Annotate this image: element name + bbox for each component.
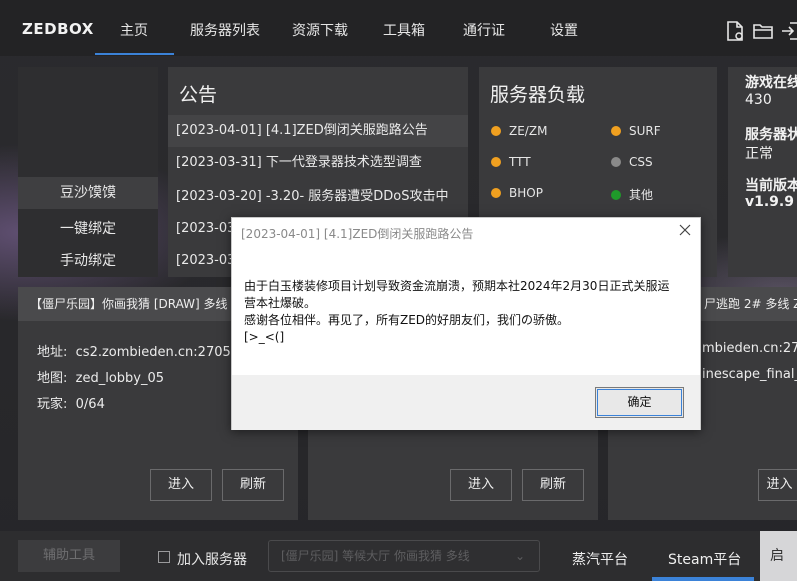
helper-tools-button[interactable]: 辅助工具 [18, 540, 120, 572]
server-map: 地图: zed_lobby_05 [37, 371, 165, 386]
tab-settings[interactable]: 设置 [550, 20, 578, 40]
dialog-title: [2023-04-01] [4.1]ZED倒闭关服跑路公告 [241, 227, 474, 241]
online-label: 游戏在线 [745, 75, 797, 91]
file-settings-icon[interactable] [724, 20, 746, 42]
load-item-surf: SURF [611, 124, 661, 138]
active-tab-indicator [95, 53, 174, 55]
folder-icon[interactable] [752, 20, 774, 42]
notice-item[interactable]: [2023-03-20] -3.20- 服务器遭受DDoS攻击中 [168, 181, 468, 213]
server-map: inescape_final_ [702, 367, 797, 382]
status-dot-icon [491, 126, 501, 136]
server-load-title: 服务器负载 [490, 84, 586, 106]
join-server-checkbox[interactable] [158, 551, 170, 563]
launch-button[interactable]: 启 [760, 531, 797, 581]
exit-icon[interactable] [780, 20, 797, 42]
brand-logo: ZEDBOX [22, 20, 94, 38]
ok-button[interactable]: 确定 [595, 387, 684, 418]
active-platform-indicator [652, 577, 754, 581]
notice-item[interactable]: [2023-04-01] [4.1]ZED倒闭关服跑路公告 [168, 115, 468, 147]
server-address: 地址: cs2.zombieden.cn:27053 [37, 345, 240, 360]
server-status-value: 正常 [745, 146, 773, 162]
refresh-button[interactable]: 刷新 [522, 469, 584, 501]
tab-downloads[interactable]: 资源下载 [292, 20, 348, 40]
server-select[interactable]: [僵尸乐园] 等候大厅 你画我猜 多线 ⌄ [268, 540, 540, 572]
join-server-label[interactable]: 加入服务器 [177, 549, 247, 569]
status-dot-icon [491, 157, 501, 167]
top-nav-bar: ZEDBOX 主页 服务器列表 资源下载 工具箱 通行证 设置 [0, 0, 797, 56]
profile-name[interactable]: 豆沙馍馍 [18, 177, 158, 209]
status-dot-icon [491, 188, 501, 198]
load-item-bhop: BHOP [491, 186, 543, 200]
notice-title: 公告 [179, 84, 218, 106]
dialog-body-line: [>_<(] [244, 330, 285, 344]
dialog-body-line: 由于白玉楼装修项目计划导致资金流崩溃，预期本社2024年2月30日正式关服运 [244, 279, 670, 293]
notice-dialog: [2023-04-01] [4.1]ZED倒闭关服跑路公告 由于白玉楼装修项目计… [231, 217, 701, 430]
status-dot-icon [611, 126, 621, 136]
dialog-body-line: 感谢各位相伴。再见了，所有ZED的好朋友们，我们の骄傲。 [244, 313, 570, 327]
enter-button[interactable]: 进入 [450, 469, 512, 501]
manual-bind-button[interactable]: 手动绑定 [18, 245, 158, 277]
load-item-ttt: TTT [491, 155, 531, 169]
platform-steam[interactable]: Steam平台 [668, 549, 741, 569]
load-item-other: 其他 [611, 186, 653, 203]
dialog-body: 由于白玉楼装修项目计划导致资金流崩溃，预期本社2024年2月30日正式关服运 营… [244, 278, 684, 346]
chevron-down-icon: ⌄ [514, 549, 525, 563]
platform-steam-cn[interactable]: 蒸汽平台 [572, 549, 628, 569]
one-click-bind-button[interactable]: 一键绑定 [18, 213, 158, 245]
dialog-body-line: 营本社爆破。 [244, 296, 317, 310]
server-players: 玩家: 0/64 [37, 397, 105, 412]
dialog-footer: 确定 [232, 375, 700, 430]
server-address: mbieden.cn:270 [702, 341, 797, 356]
server-status-label: 服务器状 [745, 127, 797, 143]
bottom-bar: 辅助工具 加入服务器 [僵尸乐园] 等候大厅 你画我猜 多线 ⌄ 蒸汽平台 St… [0, 531, 797, 581]
online-value: 430 [745, 92, 772, 108]
tab-toolbox[interactable]: 工具箱 [383, 20, 425, 40]
load-item-css: CSS [611, 155, 653, 169]
tab-home[interactable]: 主页 [120, 20, 148, 40]
status-dot-icon [611, 157, 621, 167]
enter-button[interactable]: 进入 [150, 469, 212, 501]
status-panel: 游戏在线 430 服务器状 正常 当前版本 v1.9.9 [728, 67, 797, 277]
refresh-button[interactable]: 刷新 [222, 469, 284, 501]
profile-panel: 豆沙馍馍 一键绑定 手动绑定 [18, 67, 158, 277]
version-label: 当前版本 [745, 178, 797, 194]
tab-pass[interactable]: 通行证 [463, 20, 505, 40]
load-item-ze-zm: ZE/ZM [491, 124, 547, 138]
notice-item[interactable]: [2023-03-31] 下一代登录器技术选型调查 [168, 147, 468, 179]
tab-server-list[interactable]: 服务器列表 [190, 20, 260, 40]
version-value: v1.9.9 [745, 194, 794, 210]
close-icon[interactable] [676, 221, 694, 239]
enter-button[interactable]: 进入 [758, 469, 797, 501]
status-dot-icon [611, 190, 621, 200]
